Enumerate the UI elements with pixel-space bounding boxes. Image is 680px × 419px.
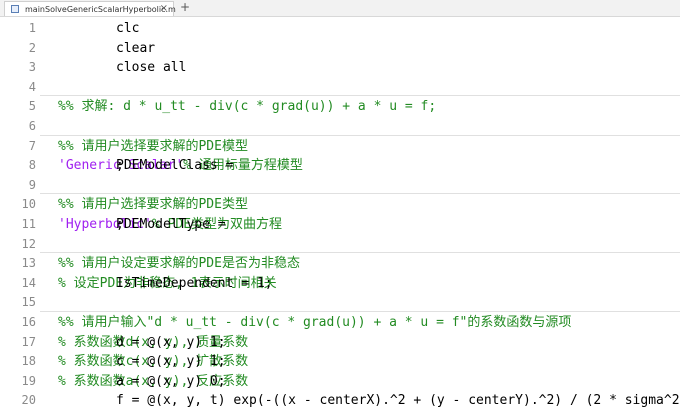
code-text: PDEModelType = 'Hyperbolic'; % PDE类型为双曲方…: [58, 215, 282, 234]
code-line[interactable]: 1 clc: [0, 19, 680, 38]
code-text: %% 请用户选择要求解的PDE模型: [58, 137, 248, 156]
code-line[interactable]: 13 %% 请用户设定要求解的PDE是否为非稳态: [0, 254, 680, 273]
code-line[interactable]: 2 clear: [0, 39, 680, 58]
code-line[interactable]: 18 c = @(x, y) 1; % 系数函数c(x, y), 扩散系数: [0, 352, 680, 371]
code-token: ;: [116, 217, 195, 232]
line-number: 10: [21, 197, 36, 212]
code-line[interactable]: 12: [0, 235, 680, 254]
comment-token: %% 请用户输入"d * u_tt - div(c * grad(u)) + a…: [58, 315, 572, 330]
code-text: c = @(x, y) 1; % 系数函数c(x, y), 扩散系数: [58, 352, 248, 371]
code-line[interactable]: 17 d = @(x, y) 1; % 系数函数d(x, y), 质量系数: [0, 333, 680, 352]
line-number: 12: [21, 236, 36, 251]
line-number: 8: [28, 158, 36, 173]
code-line[interactable]: 6: [0, 117, 680, 136]
line-number: 5: [28, 99, 36, 114]
code-line[interactable]: 16 %% 请用户输入"d * u_tt - div(c * grad(u)) +…: [0, 313, 680, 332]
code-token: ;: [116, 158, 148, 174]
comment-token: %% 求解: d * u_tt - div(c * grad(u)) + a *…: [58, 99, 437, 115]
code-line[interactable]: 8 PDEModelClass = 'Generic Scalar'; % 通用标…: [0, 156, 680, 175]
line-number: 1: [28, 21, 36, 35]
close-tab-icon[interactable]: ×: [160, 2, 168, 15]
code-token: IsTimeDependent = 1;: [116, 275, 406, 291]
code-token: a = @(x, y) 0;: [116, 373, 250, 389]
code-text: %% 请用户设定要求解的PDE是否为非稳态: [58, 254, 300, 273]
code-text: %% 请用户输入"d * u_tt - div(c * grad(u)) + a…: [58, 313, 571, 332]
line-number: 7: [28, 138, 36, 153]
line-number: 17: [21, 334, 36, 349]
line-number: 14: [21, 275, 36, 290]
comment-token: %% 请用户选择要求解的PDE类型: [58, 197, 248, 213]
code-token: f = @(x, y, t) exp(-((x - centerX).^2 + …: [116, 393, 680, 409]
line-number: 11: [21, 217, 36, 231]
line-number: 19: [21, 373, 36, 388]
code-line[interactable]: 5 %% 求解: d * u_tt - div(c * grad(u)) + a …: [0, 97, 680, 116]
editor-tab[interactable]: mainSolveGenericScalarHyperbolic.m ×: [4, 1, 176, 16]
code-line[interactable]: 9: [0, 176, 680, 195]
line-number: 16: [21, 315, 36, 329]
code-text: %% 求解: d * u_tt - div(c * grad(u)) + a *…: [58, 97, 436, 116]
comment-token: %% 请用户选择要求解的PDE模型: [58, 138, 248, 154]
line-number: 2: [28, 40, 36, 55]
code-line[interactable]: 7 %% 请用户选择要求解的PDE模型: [0, 137, 680, 156]
code-line[interactable]: 10 %% 请用户选择要求解的PDE类型: [0, 195, 680, 214]
code-line[interactable]: 11 PDEModelType = 'Hyperbolic'; % PDE类型为双…: [0, 215, 680, 234]
line-number: 9: [28, 177, 36, 192]
code-editor[interactable]: 1 clc 2 clear 3 close all 4 5 %% 求解: d * u_tt - …: [0, 17, 680, 419]
code-text: %% 请用户选择要求解的PDE类型: [58, 195, 248, 214]
code-line[interactable]: 19 a = @(x, y) 0; % 系数函数a(x, y), 反应系数: [0, 372, 680, 391]
comment-token: %% 请用户设定要求解的PDE是否为非稳态: [58, 256, 300, 272]
line-number: 4: [28, 79, 36, 94]
code-line[interactable]: 3 close all: [0, 58, 680, 77]
code-token: c = @(x, y) 1;: [116, 354, 250, 370]
code-line[interactable]: 14 IsTimeDependent = 1; % 设定PDE为非稳态, 1表示时…: [0, 274, 680, 293]
code-line[interactable]: 4: [0, 78, 680, 97]
code-token: d = @(x, y) 1;: [116, 334, 250, 350]
code-text: IsTimeDependent = 1; % 设定PDE为非稳态, 1表示时间相…: [58, 274, 277, 293]
code-text: a = @(x, y) 0; % 系数函数a(x, y), 反应系数: [58, 372, 248, 391]
line-number: 15: [21, 295, 36, 310]
line-number: 18: [21, 354, 36, 369]
code-token: close all: [116, 60, 187, 76]
tab-bar: mainSolveGenericScalarHyperbolic.m × +: [0, 0, 680, 17]
line-number: 6: [28, 119, 36, 133]
code-token: clear: [116, 40, 156, 56]
m-file-icon: [11, 5, 19, 13]
tab-title: mainSolveGenericScalarHyperbolic.m: [25, 4, 176, 14]
line-number: 20: [21, 393, 36, 408]
code-token: clc: [116, 21, 140, 36]
code-text: d = @(x, y) 1; % 系数函数d(x, y), 质量系数: [58, 333, 248, 352]
code-text: PDEModelClass = 'Generic Scalar'; % 通用标量…: [58, 156, 303, 175]
line-number: 13: [21, 256, 36, 271]
code-line[interactable]: 20 f = @(x, y, t) exp(-((x - centerX).^2 …: [0, 391, 680, 410]
code-line[interactable]: 15: [0, 293, 680, 312]
line-number: 3: [28, 60, 36, 75]
add-tab-button[interactable]: +: [180, 0, 190, 15]
